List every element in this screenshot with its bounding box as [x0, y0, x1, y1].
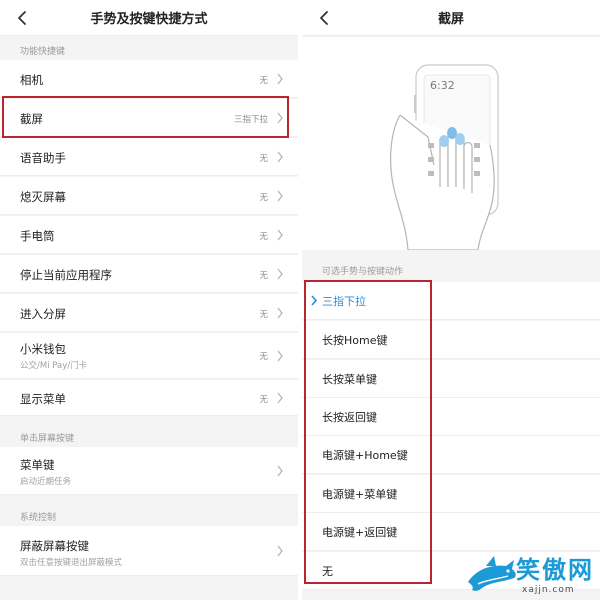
chevron-right-icon [277, 392, 283, 404]
row-subtitle: 公交/Mi Pay/门卡 [20, 361, 88, 371]
page-title: 手势及按键快捷方式 [90, 12, 208, 27]
setting-row-stop-app[interactable]: 停止当前应用程序 无 [0, 255, 298, 293]
chevron-right-icon [277, 73, 283, 85]
row-value: 无 [259, 352, 268, 362]
row-value: 无 [259, 76, 268, 86]
screenshot-setting-screen: 截屏 6:32 可选手势与按键动作 三指下拉 长按Home键 长按菜单键 长按返… [302, 0, 600, 600]
section-label-shortcuts: 功能快捷键 [20, 47, 66, 57]
row-title: 进入分屏 [20, 307, 66, 321]
row-subtitle: 启动近期任务 [20, 477, 72, 487]
row-value: 无 [259, 395, 268, 405]
setting-row-split-screen[interactable]: 进入分屏 无 [0, 294, 298, 332]
row-title: 手电筒 [20, 229, 55, 243]
row-title: 熄灭屏幕 [20, 190, 66, 204]
illustration-clock: 6:32 [430, 79, 455, 92]
row-value: 无 [259, 193, 268, 203]
three-finger-swipe-illustration [390, 64, 499, 250]
chevron-right-icon [277, 307, 283, 319]
row-title: 菜单键 [20, 458, 55, 472]
setting-row-block-buttons[interactable]: 屏蔽屏幕按键 双击任意按键退出屏蔽模式 [0, 526, 298, 576]
setting-row-mi-wallet[interactable]: 小米钱包 公交/Mi Pay/门卡 无 [0, 333, 298, 379]
highlight-box-options [304, 280, 432, 584]
setting-row-camera[interactable]: 相机 无 [0, 60, 298, 98]
shark-logo-icon [468, 556, 516, 591]
row-title: 小米钱包 [20, 342, 66, 356]
top-bar: 截屏 [302, 0, 600, 36]
setting-row-menu-key[interactable]: 菜单键 启动近期任务 [0, 447, 298, 495]
setting-row-voice-assistant[interactable]: 语音助手 无 [0, 138, 298, 176]
row-subtitle: 双击任意按键退出屏蔽模式 [20, 558, 123, 568]
row-value: 无 [259, 310, 268, 320]
chevron-right-icon [277, 465, 283, 477]
chevron-right-icon [277, 190, 283, 202]
row-value: 无 [259, 271, 268, 281]
row-title: 停止当前应用程序 [20, 268, 112, 282]
row-title: 语音助手 [20, 151, 66, 165]
row-title: 显示菜单 [20, 392, 66, 406]
top-bar: 手势及按键快捷方式 [0, 0, 298, 36]
chevron-right-icon [277, 350, 283, 362]
row-title: 相机 [20, 73, 43, 87]
chevron-right-icon [277, 229, 283, 241]
chevron-right-icon [277, 545, 283, 557]
chevron-right-icon [277, 268, 283, 280]
page-title: 截屏 [437, 12, 464, 27]
row-value: 无 [259, 154, 268, 164]
watermark-url: xajjn.com [522, 585, 575, 595]
section-label-screen-buttons: 单击屏幕按键 [20, 434, 75, 444]
section-label-system-control: 系统控制 [20, 513, 57, 523]
section-label-options: 可选手势与按键动作 [322, 267, 404, 277]
site-watermark: 笑傲网 xajjn.com [462, 548, 600, 600]
setting-row-show-menu[interactable]: 显示菜单 无 [0, 380, 298, 416]
row-value: 无 [259, 232, 268, 242]
chevron-right-icon [277, 151, 283, 163]
watermark-text: 笑傲网 [516, 556, 594, 584]
setting-row-screen-off[interactable]: 熄灭屏幕 无 [0, 177, 298, 215]
gesture-illustration-area: 6:32 [302, 37, 600, 250]
setting-row-flashlight[interactable]: 手电筒 无 [0, 216, 298, 254]
highlight-box-screenshot [2, 96, 289, 138]
gesture-shortcuts-screen: 手势及按键快捷方式 功能快捷键 相机 无 截屏 三指下拉 语音助手 无 熄灭屏幕… [0, 0, 298, 600]
row-title: 屏蔽屏幕按键 [20, 539, 89, 553]
